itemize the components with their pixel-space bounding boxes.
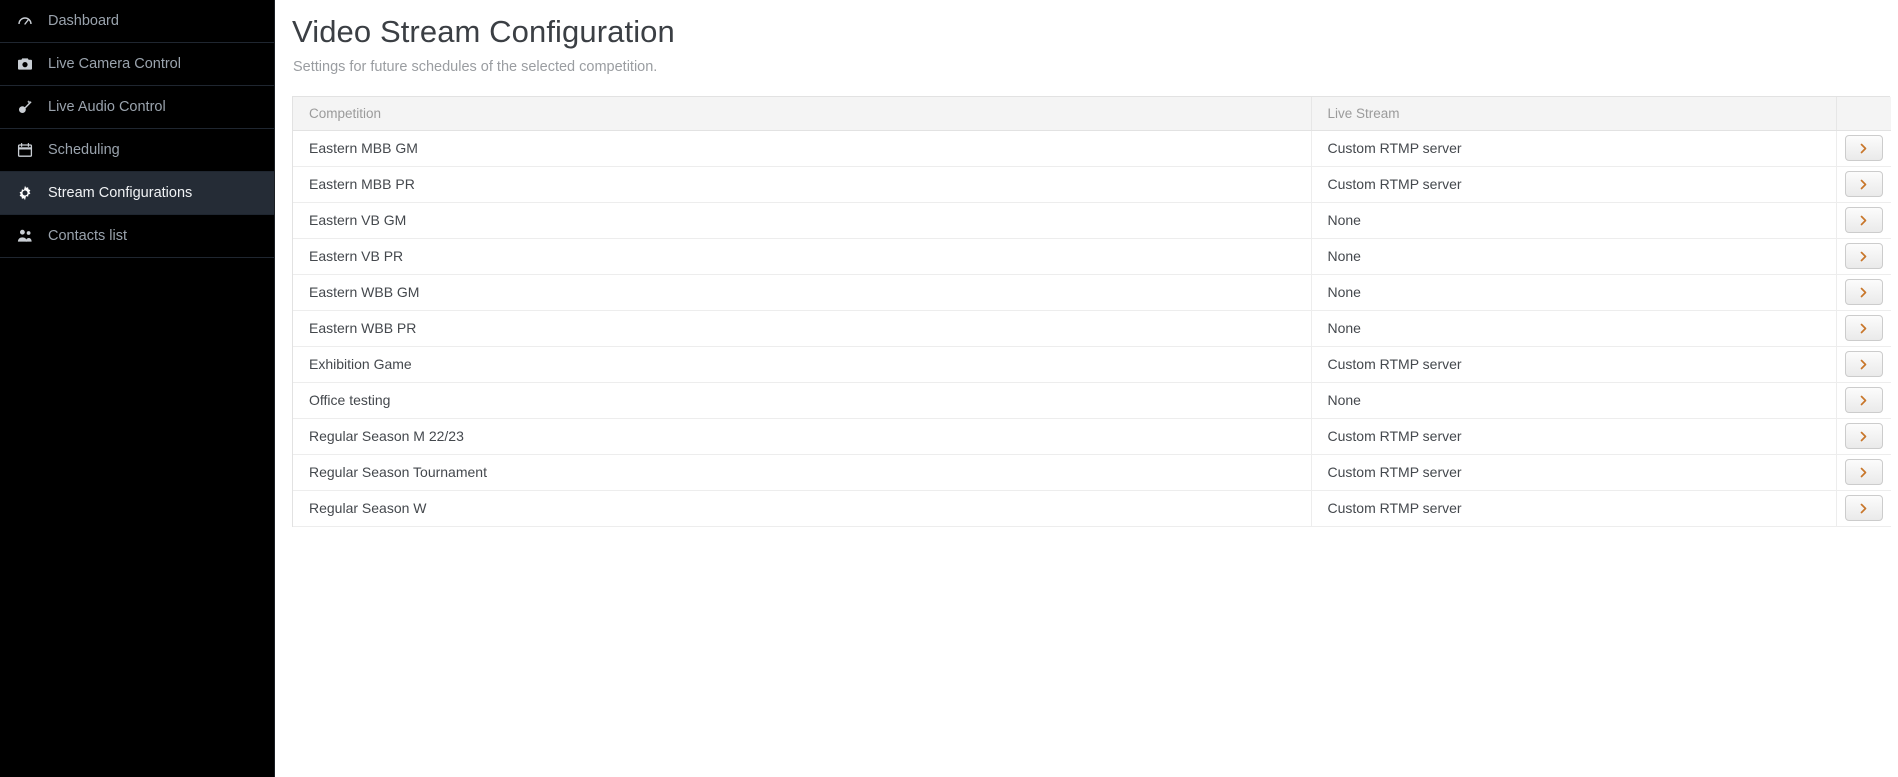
cell-live-stream: None xyxy=(1311,202,1837,239)
cell-competition: Office testing xyxy=(293,382,1312,419)
stream-config-table: Competition Live Stream Eastern MBB GM Cu… xyxy=(293,97,1891,527)
cell-action xyxy=(1836,418,1891,455)
cell-action xyxy=(1836,310,1891,347)
cell-competition: Eastern MBB GM xyxy=(293,130,1312,167)
cell-competition: Exhibition Game xyxy=(293,346,1312,383)
table-row[interactable]: Regular Season Tournament Custom RTMP ser… xyxy=(293,454,1891,491)
column-header-live-stream[interactable]: Live Stream xyxy=(1311,97,1837,131)
cell-action xyxy=(1836,454,1891,491)
cell-live-stream: None xyxy=(1311,382,1837,419)
sidebar-item-scheduling[interactable]: Scheduling xyxy=(0,129,274,172)
cell-action xyxy=(1836,202,1891,239)
cell-action xyxy=(1836,490,1891,527)
table-row[interactable]: Exhibition Game Custom RTMP server xyxy=(293,346,1891,383)
sidebar-item-label: Stream Configurations xyxy=(48,184,193,201)
cell-competition: Eastern MBB PR xyxy=(293,166,1312,203)
chevron-right-icon xyxy=(1857,178,1870,191)
column-header-action xyxy=(1836,97,1891,131)
row-details-button[interactable] xyxy=(1844,459,1883,485)
sidebar-item-label: Live Audio Control xyxy=(48,98,166,115)
sidebar-item-label: Contacts list xyxy=(48,227,127,244)
chevron-right-icon xyxy=(1857,214,1870,227)
sidebar-item-label: Dashboard xyxy=(48,12,119,29)
column-header-competition[interactable]: Competition xyxy=(293,97,1312,131)
sidebar-item-contacts-list[interactable]: Contacts list xyxy=(0,215,274,258)
cell-competition: Regular Season Tournament xyxy=(293,454,1312,491)
table-body: Eastern MBB GM Custom RTMP server Eastern … xyxy=(293,130,1891,527)
table-head: Competition Live Stream xyxy=(293,97,1891,131)
main-content: Video Stream Configuration Settings for … xyxy=(275,0,1898,777)
sidebar-item-live-camera-control[interactable]: Live Camera Control xyxy=(0,43,274,86)
cell-live-stream: Custom RTMP server xyxy=(1311,418,1837,455)
app-root: Dashboard Live Camera Control Live Audio C… xyxy=(0,0,1898,777)
cell-live-stream: None xyxy=(1311,238,1837,275)
cell-live-stream: Custom RTMP server xyxy=(1311,166,1837,203)
row-details-button[interactable] xyxy=(1844,243,1883,269)
table-row[interactable]: Regular Season W Custom RTMP server xyxy=(293,490,1891,527)
cell-action xyxy=(1836,382,1891,419)
cell-competition: Eastern VB PR xyxy=(293,238,1312,275)
row-details-button[interactable] xyxy=(1844,279,1883,305)
page-title: Video Stream Configuration xyxy=(292,14,675,49)
chevron-right-icon xyxy=(1857,322,1870,335)
chevron-right-icon xyxy=(1857,430,1870,443)
chevron-right-icon xyxy=(1857,142,1870,155)
cell-live-stream: Custom RTMP server xyxy=(1311,490,1837,527)
table-row[interactable]: Eastern MBB PR Custom RTMP server xyxy=(293,166,1891,203)
cell-competition: Eastern VB GM xyxy=(293,202,1312,239)
row-details-button[interactable] xyxy=(1844,351,1883,377)
sidebar-item-live-audio-control[interactable]: Live Audio Control xyxy=(0,86,274,129)
stream-config-table-wrapper: Competition Live Stream Eastern MBB GM Cu… xyxy=(292,96,1891,527)
chevron-right-icon xyxy=(1857,466,1870,479)
cell-action xyxy=(1836,166,1891,203)
gauge-icon xyxy=(14,13,36,29)
gear-icon xyxy=(14,185,36,201)
cell-live-stream: Custom RTMP server xyxy=(1311,130,1837,167)
chevron-right-icon xyxy=(1857,394,1870,407)
users-icon xyxy=(14,228,36,244)
chevron-right-icon xyxy=(1857,502,1870,515)
table-row[interactable]: Eastern VB PR None xyxy=(293,238,1891,275)
sidebar-item-stream-configurations[interactable]: Stream Configurations xyxy=(0,172,274,215)
sidebar-item-label: Live Camera Control xyxy=(48,55,181,72)
cell-live-stream: None xyxy=(1311,310,1837,347)
row-details-button[interactable] xyxy=(1844,387,1883,413)
row-details-button[interactable] xyxy=(1844,315,1883,341)
cell-competition: Eastern WBB PR xyxy=(293,310,1312,347)
table-row[interactable]: Eastern WBB GM None xyxy=(293,274,1891,311)
row-details-button[interactable] xyxy=(1844,207,1883,233)
page-subtitle: Settings for future schedules of the sel… xyxy=(293,59,658,75)
chevron-right-icon xyxy=(1857,286,1870,299)
calendar-icon xyxy=(14,142,36,158)
sidebar: Dashboard Live Camera Control Live Audio C… xyxy=(0,0,275,777)
sidebar-item-dashboard[interactable]: Dashboard xyxy=(0,0,274,43)
cell-action xyxy=(1836,346,1891,383)
cell-live-stream: Custom RTMP server xyxy=(1311,346,1837,383)
table-row[interactable]: Office testing None xyxy=(293,382,1891,419)
mic-icon xyxy=(14,99,36,115)
table-row[interactable]: Eastern VB GM None xyxy=(293,202,1891,239)
sidebar-item-label: Scheduling xyxy=(48,141,120,158)
row-details-button[interactable] xyxy=(1844,423,1883,449)
table-row[interactable]: Eastern WBB PR None xyxy=(293,310,1891,347)
camera-icon xyxy=(14,56,36,72)
chevron-right-icon xyxy=(1857,250,1870,263)
row-details-button[interactable] xyxy=(1844,135,1883,161)
cell-action xyxy=(1836,238,1891,275)
cell-action xyxy=(1836,130,1891,167)
cell-competition: Regular Season M 22/23 xyxy=(293,418,1312,455)
cell-live-stream: Custom RTMP server xyxy=(1311,454,1837,491)
cell-competition: Regular Season W xyxy=(293,490,1312,527)
row-details-button[interactable] xyxy=(1844,171,1883,197)
cell-competition: Eastern WBB GM xyxy=(293,274,1312,311)
chevron-right-icon xyxy=(1857,358,1870,371)
table-header-row: Competition Live Stream xyxy=(293,97,1891,131)
table-row[interactable]: Regular Season M 22/23 Custom RTMP server xyxy=(293,418,1891,455)
cell-action xyxy=(1836,274,1891,311)
row-details-button[interactable] xyxy=(1844,495,1883,521)
table-row[interactable]: Eastern MBB GM Custom RTMP server xyxy=(293,130,1891,167)
cell-live-stream: None xyxy=(1311,274,1837,311)
